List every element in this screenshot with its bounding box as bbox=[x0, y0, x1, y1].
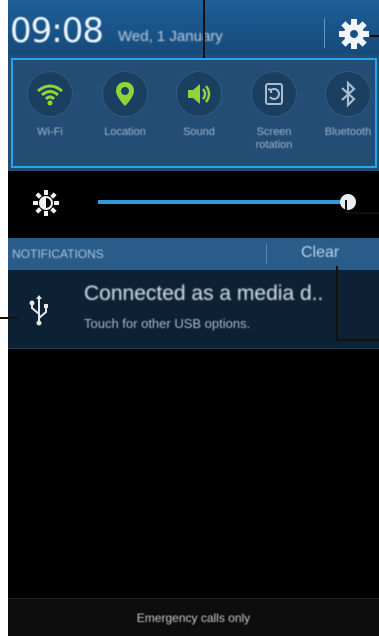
quick-setting-label: Screen rotation bbox=[255, 126, 293, 151]
brightness-slider-handle[interactable] bbox=[340, 194, 356, 210]
notification-title: Connected as a media d.. bbox=[84, 282, 324, 305]
clock: 09:08 bbox=[10, 11, 104, 51]
screen-rotation-icon bbox=[265, 83, 283, 105]
quick-settings-panel: Wi-Fi Location Sound Screen rotation Blu… bbox=[8, 54, 379, 171]
wifi-icon bbox=[37, 84, 63, 106]
divider bbox=[324, 18, 325, 48]
notifications-header: NOTIFICATIONS Clear bbox=[8, 238, 379, 270]
notification-panel: 09:08 Wed, 1 January Wi-Fi Location Soun… bbox=[8, 0, 379, 636]
status-bar: 09:08 Wed, 1 January bbox=[8, 0, 379, 54]
date-label: Wed, 1 January bbox=[118, 28, 223, 45]
bluetooth-icon bbox=[341, 80, 356, 108]
callout-line bbox=[0, 317, 18, 319]
quick-setting-label: Location bbox=[104, 126, 146, 138]
location-icon bbox=[116, 82, 134, 106]
gear-icon[interactable] bbox=[336, 16, 372, 52]
callout-line bbox=[203, 0, 205, 58]
carrier-bar: Emergency calls only bbox=[8, 598, 379, 636]
quick-setting-wifi[interactable]: Wi-Fi bbox=[19, 72, 81, 139]
callout-line bbox=[336, 266, 338, 340]
callout-line bbox=[345, 212, 379, 214]
quick-setting-label: Bluetooth bbox=[324, 126, 372, 138]
emergency-calls-label: Emergency calls only bbox=[136, 611, 251, 625]
divider bbox=[266, 244, 267, 264]
notifications-title: NOTIFICATIONS bbox=[12, 247, 104, 261]
usb-icon bbox=[29, 295, 48, 326]
callout-line bbox=[370, 35, 379, 37]
brightness-control bbox=[8, 178, 379, 226]
notification-subtitle: Touch for other USB options. bbox=[84, 316, 251, 331]
brightness-slider[interactable] bbox=[98, 194, 356, 210]
sound-icon bbox=[188, 84, 211, 104]
quick-setting-bluetooth[interactable]: Bluetooth bbox=[317, 72, 379, 139]
callout-line bbox=[336, 339, 379, 341]
quick-setting-location[interactable]: Location bbox=[94, 72, 156, 139]
quick-setting-screen-rotation[interactable]: Screen rotation bbox=[243, 72, 305, 152]
brightness-slider-fill bbox=[98, 200, 348, 204]
quick-setting-label: Sound bbox=[183, 126, 215, 138]
notification-item[interactable]: Connected as a media d.. Touch for other… bbox=[8, 270, 379, 349]
quick-setting-label: Wi-Fi bbox=[37, 126, 63, 138]
quick-setting-sound[interactable]: Sound bbox=[168, 72, 230, 139]
brightness-icon bbox=[33, 190, 59, 216]
clear-button[interactable]: Clear bbox=[301, 244, 339, 262]
